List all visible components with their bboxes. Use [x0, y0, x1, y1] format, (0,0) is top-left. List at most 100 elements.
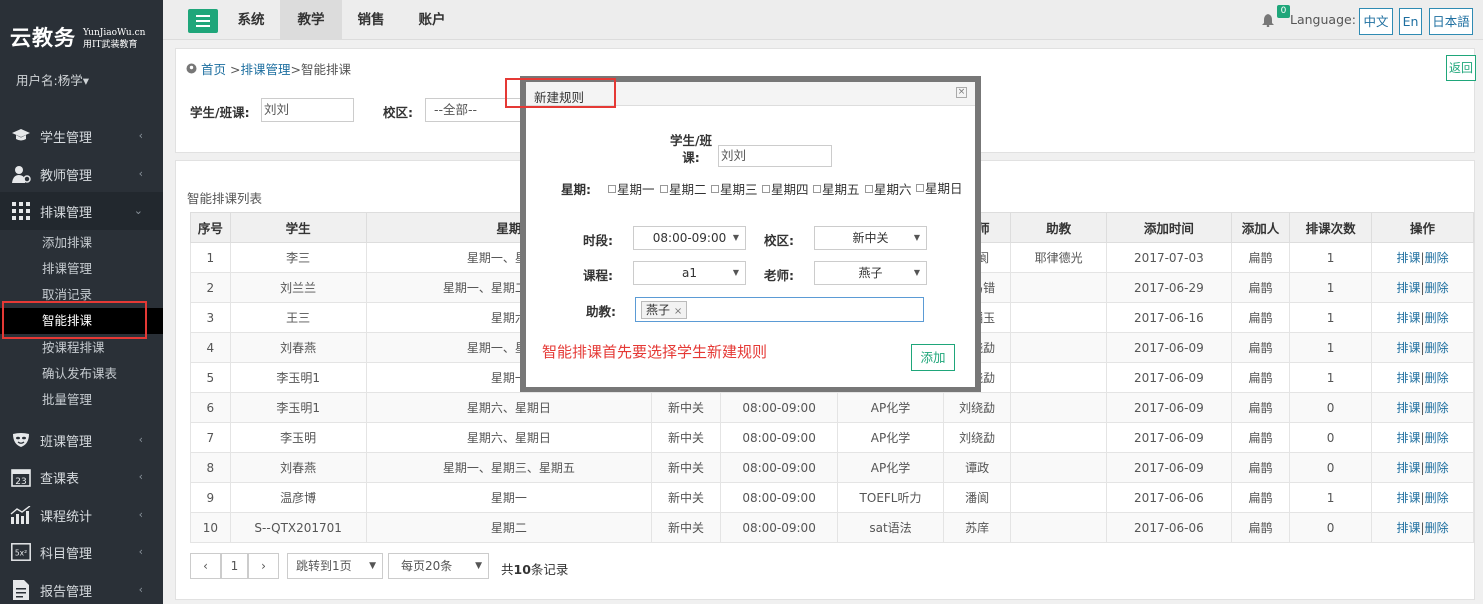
dialog-weekday-label: 星期: — [561, 182, 591, 197]
table-cell: 08:00-09:00 — [720, 422, 839, 453]
delete-link[interactable]: 删除 — [1425, 311, 1449, 325]
table-cell: S--QTX201701 — [229, 512, 367, 543]
per-page-select[interactable]: 每页20条 ▼ — [388, 553, 489, 579]
schedule-link[interactable]: 排课 — [1397, 521, 1421, 535]
dialog-assistant-multiselect[interactable]: 燕子 × — [635, 297, 924, 322]
delete-link[interactable]: 删除 — [1425, 281, 1449, 295]
sidebar-item-scheduling[interactable]: 排课管理 ⌄ — [0, 192, 163, 230]
delete-link[interactable]: 删除 — [1425, 251, 1449, 265]
table-cell: 刘绕勐 — [943, 392, 1012, 423]
table-cell: 0 — [1289, 452, 1373, 483]
page-number-button[interactable]: 1 — [221, 553, 248, 579]
table-row: 7 李玉明 星期六、星期日 新中关 08:00-09:00 AP化学 刘绕勐 2017-06-… — [190, 422, 1474, 453]
sidebar-subitem-publish-timetable[interactable]: 确认发布课表 — [0, 361, 163, 387]
breadcrumb-scheduling[interactable]: 排课管理 — [240, 62, 290, 77]
table-cell: 刘兰兰 — [229, 272, 367, 303]
table-cell: 扁鹊 — [1230, 302, 1291, 333]
schedule-link[interactable]: 排课 — [1397, 401, 1421, 415]
table-cell: 1 — [1289, 272, 1373, 303]
bell-icon[interactable] — [1262, 14, 1274, 30]
table-cell: 扁鹊 — [1230, 272, 1291, 303]
formula-icon: 5x² — [10, 542, 32, 562]
table-row: 8 刘春燕 星期一、星期三、星期五 新中关 08:00-09:00 AP化学 谭政 2017-… — [190, 452, 1474, 483]
schedule-link[interactable]: 排课 — [1397, 371, 1421, 385]
dialog-period-select[interactable]: 08:00-09:00 ▼ — [633, 226, 746, 250]
next-page-button[interactable]: › — [248, 553, 279, 579]
jump-page-select[interactable]: 跳转到1页 ▼ — [287, 553, 383, 579]
weekday-checkbox-mon[interactable]: 星期一 — [608, 179, 655, 198]
language-ja-button[interactable]: 日本語 — [1429, 8, 1473, 35]
weekday-checkbox-wed[interactable]: 星期三 — [711, 179, 758, 198]
student-filter-label: 学生/班课: — [190, 105, 250, 120]
schedule-link[interactable]: 排课 — [1397, 491, 1421, 505]
back-button[interactable]: 返回 — [1446, 55, 1476, 81]
table-cell: AP化学 — [837, 392, 945, 423]
student-filter-input[interactable]: 刘刘 — [261, 98, 354, 122]
delete-link[interactable]: 删除 — [1425, 431, 1449, 445]
prev-page-button[interactable]: ‹ — [190, 553, 221, 579]
table-cell: 谭政 — [943, 452, 1012, 483]
weekday-checkbox-sun[interactable]: 星期日 — [916, 179, 966, 199]
table-cell: 1 — [1289, 362, 1373, 393]
table-cell: 2017-06-16 — [1106, 302, 1232, 333]
dialog-student-input[interactable]: 刘刘 — [718, 145, 832, 167]
delete-link[interactable]: 删除 — [1425, 371, 1449, 385]
sidebar-item-teacher[interactable]: 教师管理 ‹ — [0, 155, 163, 193]
table-cell: 星期六、星期日 — [365, 392, 652, 423]
dialog-course-select[interactable]: a1 ▼ — [633, 261, 746, 285]
add-rule-button[interactable]: 添加 — [911, 344, 955, 371]
sidebar-subitem-cancel-records[interactable]: 取消记录 — [0, 282, 163, 308]
table-cell — [1010, 302, 1108, 333]
table-cell: 新中关 — [650, 422, 722, 453]
sidebar-subitem-batch-manage[interactable]: 批量管理 — [0, 387, 163, 413]
breadcrumb: 首页 >排课管理>智能排课 — [186, 59, 351, 78]
schedule-link[interactable]: 排课 — [1397, 281, 1421, 295]
row-actions: 排课|删除 — [1371, 302, 1474, 333]
sidebar-subitem-add-schedule[interactable]: 添加排课 — [0, 230, 163, 256]
weekday-checkbox-fri[interactable]: 星期五 — [813, 179, 860, 198]
table-cell: 1 — [1289, 332, 1373, 363]
schedule-link[interactable]: 排课 — [1397, 311, 1421, 325]
schedule-link[interactable]: 排课 — [1397, 461, 1421, 475]
table-row: 9 温彦博 星期一 新中关 08:00-09:00 TOEFL听力 潘阆 2017-06-06… — [190, 482, 1474, 513]
tab-account[interactable]: 账户 — [401, 0, 463, 40]
schedule-link[interactable]: 排课 — [1397, 431, 1421, 445]
col-added-time: 添加时间 — [1106, 212, 1232, 243]
sidebar-item-course-stats[interactable]: 课程统计 ‹ — [0, 496, 163, 534]
sidebar-subitem-smart-schedule[interactable]: 智能排课 — [0, 308, 163, 334]
delete-link[interactable]: 删除 — [1425, 341, 1449, 355]
delete-link[interactable]: 删除 — [1425, 401, 1449, 415]
sidebar-subitem-schedule-manage[interactable]: 排课管理 — [0, 256, 163, 282]
sidebar-subitem-course-schedule[interactable]: 按课程排课 — [0, 335, 163, 361]
delete-link[interactable]: 删除 — [1425, 461, 1449, 475]
weekday-checkbox-sat[interactable]: 星期六 — [865, 179, 912, 198]
user-menu[interactable]: 用户名:杨学▾ — [16, 70, 89, 89]
language-zh-button[interactable]: 中文 — [1359, 8, 1393, 35]
remove-tag-icon[interactable]: × — [674, 306, 682, 317]
weekday-checkbox-tue[interactable]: 星期二 — [660, 179, 707, 198]
sidebar-item-class[interactable]: 班课管理 ‹ — [0, 421, 163, 459]
campus-filter-select[interactable]: --全部-- — [425, 98, 535, 122]
caret-down-icon: ▼ — [913, 268, 920, 277]
menu-toggle-button[interactable] — [188, 9, 218, 33]
tab-system[interactable]: 系统 — [220, 0, 282, 40]
sidebar-item-subject[interactable]: 5x² 科目管理 ‹ — [0, 533, 163, 571]
tab-teaching[interactable]: 教学 — [280, 0, 342, 40]
delete-link[interactable]: 删除 — [1425, 521, 1449, 535]
dialog-campus-select[interactable]: 新中关 ▼ — [814, 226, 927, 250]
weekday-checkbox-thu[interactable]: 星期四 — [762, 179, 809, 198]
close-icon[interactable]: × — [956, 87, 967, 98]
table-cell: 李三 — [229, 242, 367, 273]
breadcrumb-home[interactable]: 首页 — [201, 62, 226, 77]
caret-down-icon: ▼ — [732, 233, 739, 242]
tab-sales[interactable]: 销售 — [340, 0, 402, 40]
delete-link[interactable]: 删除 — [1425, 491, 1449, 505]
language-en-button[interactable]: En — [1399, 8, 1422, 35]
sidebar-item-timetable[interactable]: 23 查课表 ‹ — [0, 458, 163, 496]
schedule-link[interactable]: 排课 — [1397, 251, 1421, 265]
schedule-link[interactable]: 排课 — [1397, 341, 1421, 355]
sidebar-item-student[interactable]: 学生管理 ‹ — [0, 117, 163, 155]
dialog-teacher-select[interactable]: 燕子 ▼ — [814, 261, 927, 285]
table-cell: 08:00-09:00 — [720, 512, 839, 543]
sidebar-item-report[interactable]: 报告管理 ‹ — [0, 571, 163, 604]
